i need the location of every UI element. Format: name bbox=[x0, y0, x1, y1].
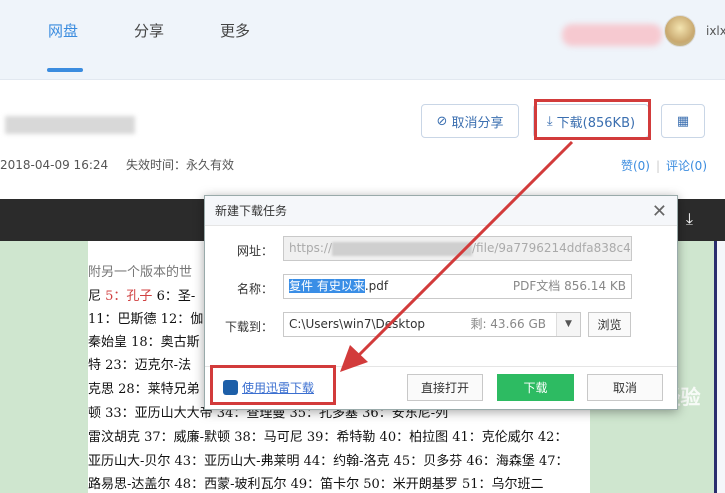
annotation-arrow bbox=[340, 140, 574, 372]
